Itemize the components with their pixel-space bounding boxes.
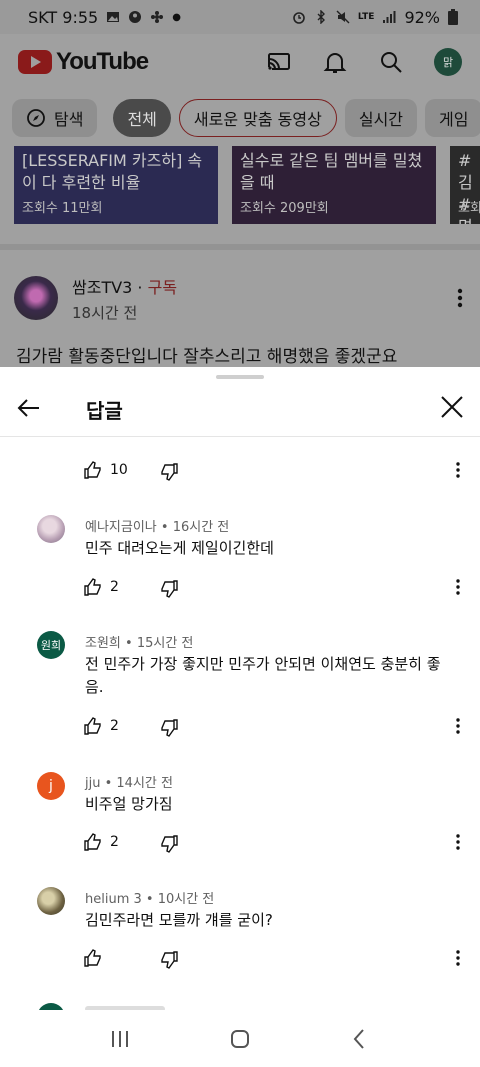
youtube-wordmark: YouTube xyxy=(56,48,149,75)
channel-separator: · xyxy=(132,278,148,297)
carrier-time: SKT 9:55 xyxy=(28,7,99,27)
reply-meta: 조원희 • 15시간 전 xyxy=(85,636,194,651)
short-title: 실수로 같은 팀 멤버를 밀쳤을 때 xyxy=(240,151,423,192)
post-text: 김가람 활동중단입니다 잘추스리고 해명했음 좋겠군요 xyxy=(16,347,398,367)
commenter-avatar[interactable]: 원희 xyxy=(37,631,65,659)
cast-icon[interactable] xyxy=(266,49,292,75)
thumbs-down-icon[interactable] xyxy=(160,835,178,853)
like-count: 10 xyxy=(110,462,128,478)
reply-meta: 예나지금이나 • 16시간 전 xyxy=(85,520,230,535)
search-icon[interactable] xyxy=(378,49,404,75)
more-vert-icon[interactable] xyxy=(452,578,464,596)
more-vert-icon[interactable] xyxy=(452,717,464,735)
thumbs-up-icon[interactable] xyxy=(84,461,102,479)
thumbs-up-icon[interactable] xyxy=(84,949,102,967)
battery-percent: 92% xyxy=(404,7,440,27)
thumbs-up-icon[interactable] xyxy=(84,578,102,596)
filter-chips: 탐색 전체 새로운 맞춤 동영상 실시간 게임 xyxy=(0,96,480,140)
account-avatar[interactable]: 맑 xyxy=(434,48,462,76)
back-icon[interactable] xyxy=(345,1024,375,1054)
home-icon[interactable] xyxy=(225,1024,255,1054)
youtube-logo[interactable]: YouTube xyxy=(18,48,149,76)
back-arrow-icon[interactable] xyxy=(14,393,44,423)
youtube-header: YouTube 맑 xyxy=(0,34,480,90)
sheet-header: 답글 xyxy=(0,381,480,437)
like-count: 2 xyxy=(110,834,119,850)
reply-text: 전 민주가 가장 좋지만 민주가 안되면 이채연도 충분히 좋음. xyxy=(85,655,441,696)
reply-text: 민주 대려오는게 제일이긴한데 xyxy=(85,539,274,557)
recent-apps-icon[interactable] xyxy=(105,1024,135,1054)
gallery-icon xyxy=(107,12,120,22)
channel-name[interactable]: 쌈조TV3 xyxy=(72,278,132,297)
alarm-icon xyxy=(293,12,305,24)
chip-new-for-you[interactable]: 새로운 맞춤 동영상 xyxy=(178,99,337,137)
drag-handle[interactable] xyxy=(216,375,264,379)
short-title: [LESSERAFIM 카즈하] 속이 다 후련한 비율 xyxy=(22,151,203,192)
more-vert-icon[interactable] xyxy=(452,949,464,967)
thumbs-down-icon[interactable] xyxy=(160,951,178,969)
thumbs-down-icon[interactable] xyxy=(160,463,178,481)
more-vert-icon[interactable] xyxy=(452,461,464,479)
bluetooth-icon xyxy=(317,10,325,24)
mute-icon xyxy=(336,10,350,24)
commenter-avatar[interactable] xyxy=(37,887,65,915)
close-icon[interactable] xyxy=(438,393,466,421)
section-divider xyxy=(0,244,480,250)
chip-explore[interactable]: 탐색 xyxy=(12,99,98,137)
short-thumbnail[interactable]: [LESSERAFIM 카즈하] 속이 다 후련한 비율 조회수 11만회 xyxy=(14,146,218,224)
shorts-shelf: [LESSERAFIM 카즈하] 속이 다 후련한 비율 조회수 11만회 실수… xyxy=(0,146,480,224)
replies-sheet: 답글 10 예나지금이나 • 16시간 전 민주 대려오는게 제일이긴한데 2 xyxy=(0,367,480,1067)
chip-explore-label: 탐색 xyxy=(54,110,84,129)
short-thumbnail[interactable]: 실수로 같은 팀 멤버를 밀쳤을 때 조회수 209만회 xyxy=(232,146,436,224)
short-views: 조회 xyxy=(458,201,480,216)
reply-meta: jju • 14시간 전 xyxy=(85,776,173,791)
dimmed-background: YouTube 맑 탐색 전체 새로운 맞춤 동영상 실시간 게임 [LESSE… xyxy=(0,34,480,367)
short-views: 조회수 209만회 xyxy=(240,201,329,216)
chip-all[interactable]: 전체 xyxy=(113,99,171,137)
short-thumbnail[interactable]: #김 #명 조회 xyxy=(450,146,480,224)
commenter-avatar[interactable]: j xyxy=(37,772,65,800)
short-views: 조회수 11만회 xyxy=(22,201,103,216)
reply-meta: helium 3 • 10시간 전 xyxy=(85,892,215,907)
reply-text: 비주얼 망가짐 xyxy=(85,795,173,813)
bell-icon[interactable] xyxy=(322,49,348,75)
post-time: 18시간 전 xyxy=(72,304,138,322)
sheet-title: 답글 xyxy=(86,399,123,423)
thumbs-up-icon[interactable] xyxy=(84,833,102,851)
chip-live[interactable]: 실시간 xyxy=(344,99,418,137)
system-nav-bar xyxy=(0,1010,480,1067)
commenter-avatar[interactable] xyxy=(37,515,65,543)
reply-list: 10 예나지금이나 • 16시간 전 민주 대려오는게 제일이긴한데 2 원희 … xyxy=(0,437,480,1012)
compass-icon xyxy=(27,109,45,127)
like-count: 2 xyxy=(110,718,119,734)
like-count: 2 xyxy=(110,579,119,595)
subscribe-link[interactable]: 구독 xyxy=(148,278,177,297)
youtube-play-icon xyxy=(18,50,52,74)
dot-indicator: ● xyxy=(172,11,181,23)
account-circle-icon xyxy=(129,11,142,23)
thumbs-down-icon[interactable] xyxy=(160,580,178,598)
battery-icon xyxy=(448,9,458,25)
network-label: LTE xyxy=(357,12,375,22)
signal-icon xyxy=(383,11,396,23)
post-channel-line: 쌈조TV3 · 구독 xyxy=(72,274,177,298)
more-vert-icon[interactable] xyxy=(452,833,464,851)
fan-icon xyxy=(151,11,164,23)
reply-text: 김민주라면 모를까 걔를 굳이? xyxy=(85,911,273,929)
channel-avatar[interactable] xyxy=(14,276,58,320)
thumbs-down-icon[interactable] xyxy=(160,719,178,737)
more-vert-icon[interactable] xyxy=(452,286,468,310)
chip-game[interactable]: 게임 xyxy=(425,99,480,137)
thumbs-up-icon[interactable] xyxy=(84,717,102,735)
status-bar: SKT 9:55 ● LTE 92% xyxy=(0,0,480,34)
